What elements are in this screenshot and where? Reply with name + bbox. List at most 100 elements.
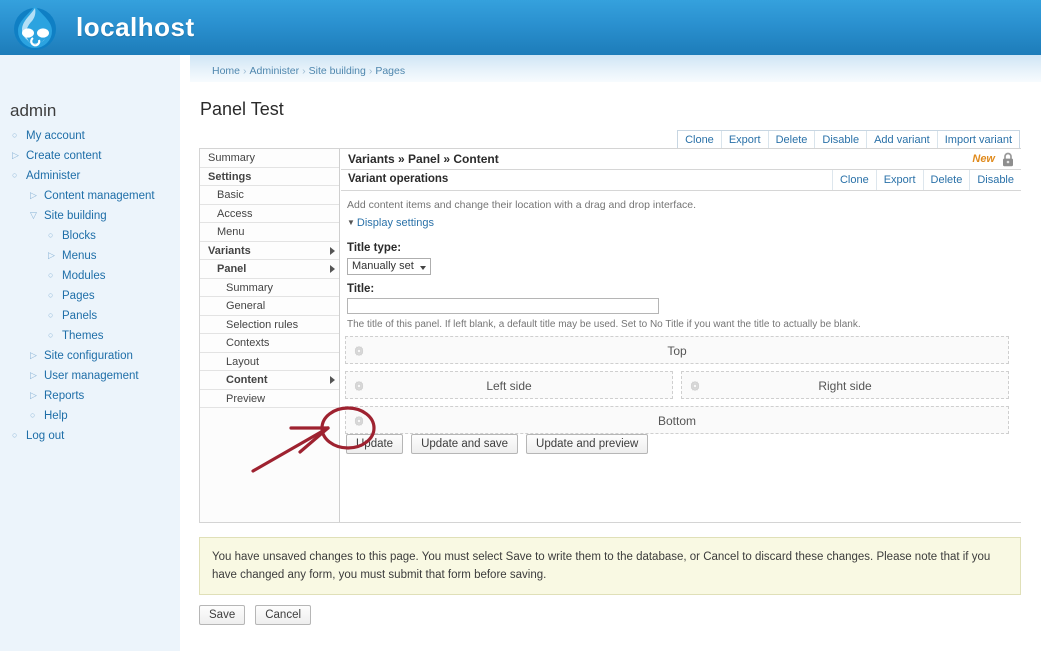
- top-op-export[interactable]: Export: [720, 131, 768, 148]
- region-middle-row: Left side Right side: [345, 371, 1013, 399]
- tab-label: Variants: [208, 244, 251, 257]
- tab-preview[interactable]: Preview: [200, 389, 339, 408]
- tab-basic[interactable]: Basic: [200, 186, 339, 205]
- breadcrumb-item-home[interactable]: Home: [212, 65, 240, 77]
- top-op-import-variant[interactable]: Import variant: [936, 131, 1019, 148]
- sidebar-item-site-building[interactable]: ▽ Site building: [0, 206, 180, 226]
- tab-summary[interactable]: Summary: [200, 278, 339, 297]
- sidebar-item-label: Themes: [62, 329, 104, 342]
- sidebar-nav: ○ My account ▷ Create content ○ Administer ▷ Co…: [0, 126, 180, 446]
- title-input[interactable]: [347, 298, 659, 314]
- tab-contexts[interactable]: Contexts: [200, 334, 339, 353]
- top-op-disable[interactable]: Disable: [814, 131, 866, 148]
- sidebar-item-themes[interactable]: ○ Themes: [0, 326, 180, 346]
- triangle-right-icon: ▷: [48, 250, 55, 260]
- top-op-delete[interactable]: Delete: [767, 131, 815, 148]
- content-description: Add content items and change their locat…: [347, 199, 697, 211]
- tab-content[interactable]: Content: [200, 371, 339, 390]
- region-bottom[interactable]: Bottom: [345, 406, 1009, 434]
- sidebar-item-reports[interactable]: ▷ Reports: [0, 386, 180, 406]
- sidebar-item-log-out[interactable]: ○ Log out: [0, 426, 180, 446]
- sidebar-item-label: Site building: [44, 209, 107, 222]
- new-badge: New: [972, 153, 995, 165]
- triangle-right-icon: ▷: [30, 390, 37, 400]
- tab-label: Preview: [226, 392, 266, 405]
- breadcrumb-item-pages[interactable]: Pages: [375, 65, 405, 77]
- sidebar-item-user-management[interactable]: ▷ User management: [0, 366, 180, 386]
- triangle-right-icon: ▷: [30, 350, 37, 360]
- tab-general[interactable]: General: [200, 297, 339, 316]
- sidebar-item-label: Blocks: [62, 229, 96, 242]
- cancel-button[interactable]: Cancel: [255, 605, 312, 625]
- region-left-side[interactable]: Left side: [345, 371, 673, 399]
- tab-label: Contexts: [226, 337, 270, 349]
- region-left-label: Left side: [486, 379, 532, 393]
- title-label: Title:: [347, 283, 375, 295]
- variant-op-export[interactable]: Export: [875, 170, 923, 190]
- chevron-down-icon: [420, 266, 426, 270]
- tab-label: Selection rules: [226, 318, 299, 331]
- region-right-side[interactable]: Right side: [681, 371, 1009, 399]
- update-and-preview-button[interactable]: Update and preview: [526, 434, 649, 454]
- variant-tab-column: Summary Settings Basic Access Menu Variants Pa…: [200, 149, 340, 522]
- sidebar-item-label: Help: [44, 409, 68, 422]
- tab-label: Summary: [208, 152, 256, 164]
- save-button[interactable]: Save: [199, 605, 246, 625]
- region-top[interactable]: Top: [345, 336, 1009, 364]
- display-settings-label: Display settings: [356, 217, 434, 229]
- sidebar-item-panels[interactable]: ○ Panels: [0, 306, 180, 326]
- chevron-right-icon: [330, 376, 335, 384]
- tab-panel[interactable]: Panel: [200, 260, 339, 279]
- sidebar-item-my-account[interactable]: ○ My account: [0, 126, 180, 146]
- tab-menu[interactable]: Menu: [200, 223, 339, 242]
- sidebar-item-pages[interactable]: ○ Pages: [0, 286, 180, 306]
- title-type-select[interactable]: Manually set: [347, 258, 431, 275]
- update-buttons: Update Update and save Update and preview: [346, 434, 649, 454]
- circle-icon: ○: [48, 270, 54, 280]
- breadcrumb-item-site-building[interactable]: Site building: [309, 65, 366, 77]
- triangle-right-icon: ▷: [30, 370, 37, 380]
- sidebar-item-create-content[interactable]: ▷ Create content: [0, 146, 180, 166]
- top-op-add-variant[interactable]: Add variant: [866, 131, 937, 148]
- update-button[interactable]: Update: [346, 434, 404, 454]
- region-right-label: Right side: [818, 379, 872, 393]
- update-and-save-button[interactable]: Update and save: [411, 434, 519, 454]
- variant-op-clone[interactable]: Clone: [831, 170, 876, 190]
- triangle-right-icon: ▷: [12, 150, 19, 160]
- top-op-clone[interactable]: Clone: [678, 131, 721, 148]
- circle-icon: ○: [12, 130, 18, 140]
- tab-label: General: [226, 300, 266, 312]
- breadcrumb-item-administer[interactable]: Administer: [250, 65, 300, 77]
- sidebar-item-content-management[interactable]: ▷ Content management: [0, 186, 180, 206]
- tab-access[interactable]: Access: [200, 204, 339, 223]
- sidebar-item-menus[interactable]: ▷ Menus: [0, 246, 180, 266]
- drupal-logo[interactable]: [8, 1, 64, 53]
- sidebar-item-label: Content management: [44, 189, 155, 202]
- variant-op-disable[interactable]: Disable: [969, 170, 1021, 190]
- title-help-text: The title of this panel. If left blank, …: [347, 319, 861, 330]
- display-settings-toggle[interactable]: ▼ Display settings: [347, 217, 434, 229]
- sidebar-item-label: Panels: [62, 309, 98, 322]
- chevron-right-icon: [330, 246, 335, 255]
- triangle-right-icon: ▷: [30, 190, 37, 200]
- tab-settings[interactable]: Settings: [200, 167, 339, 186]
- sidebar-item-administer[interactable]: ○ Administer: [0, 166, 180, 186]
- title-type-value: Manually set: [352, 260, 414, 272]
- tab-summary[interactable]: Summary: [200, 149, 339, 168]
- sidebar-item-label: Administer: [26, 169, 81, 182]
- sidebar-item-site-configuration[interactable]: ▷ Site configuration: [0, 346, 180, 366]
- sidebar-item-modules[interactable]: ○ Modules: [0, 266, 180, 286]
- sidebar-item-label: Reports: [44, 389, 85, 402]
- circle-icon: ○: [12, 430, 18, 440]
- triangle-down-icon: ▽: [30, 210, 37, 220]
- sidebar-username: admin: [10, 101, 57, 120]
- tab-selection-rules[interactable]: Selection rules: [200, 315, 339, 334]
- tab-variants[interactable]: Variants: [200, 241, 339, 260]
- variant-op-delete[interactable]: Delete: [922, 170, 970, 190]
- tab-layout[interactable]: Layout: [200, 352, 339, 371]
- sidebar-item-blocks[interactable]: ○ Blocks: [0, 226, 180, 246]
- panel-regions: Top Left side Right side Bottom: [345, 336, 1013, 434]
- padlock-icon: [1003, 152, 1013, 167]
- sidebar-item-help[interactable]: ○ Help: [0, 406, 180, 426]
- tab-label: Summary: [226, 281, 274, 294]
